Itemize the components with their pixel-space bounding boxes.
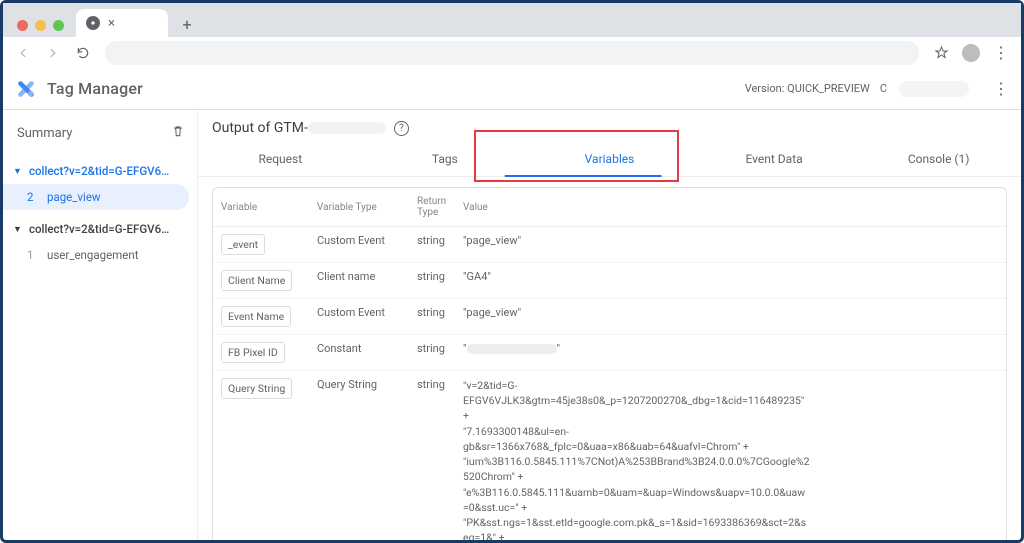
sidebar-request-item[interactable]: ▼ collect?v=2&tid=G-EFGV6… [3, 158, 197, 184]
tab-favicon-icon [86, 16, 100, 30]
sidebar-event-item[interactable]: 1 user_engagement [3, 242, 189, 268]
sidebar-item-label: collect?v=2&tid=G-EFGV6… [29, 164, 187, 178]
help-icon[interactable]: ? [394, 121, 409, 136]
variable-type: Custom Event [309, 227, 409, 263]
caret-down-icon: ▼ [13, 224, 23, 235]
variable-chip[interactable]: FB Pixel ID [221, 342, 285, 363]
sidebar: Summary ▼ collect?v=2&tid=G-EFGV6… 2 pag… [3, 110, 198, 540]
variable-value: "" [455, 335, 1006, 371]
tab-request[interactable]: Request [198, 142, 363, 177]
tab-close-icon[interactable]: × [108, 16, 115, 31]
app-menu-icon[interactable]: ⋮ [993, 79, 1009, 98]
sidebar-item-label: collect?v=2&tid=G-EFGV6… [29, 222, 187, 236]
main-tabs: Request Tags Variables Event Data Consol… [198, 142, 1021, 177]
return-type: string [409, 227, 455, 263]
browser-chrome: × + ⋮ [3, 3, 1021, 68]
event-index: 2 [27, 190, 37, 204]
forward-button[interactable] [41, 41, 65, 65]
event-label: user_engagement [47, 248, 138, 262]
app-body: Summary ▼ collect?v=2&tid=G-EFGV6… 2 pag… [3, 110, 1021, 540]
summary-label: Summary [17, 126, 72, 141]
browser-menu-icon[interactable]: ⋮ [989, 41, 1013, 65]
table-row: Client Name Client namestring"GA4" [213, 263, 1006, 299]
window-minimize[interactable] [35, 20, 46, 31]
variable-type: Custom Event [309, 299, 409, 335]
omnibox[interactable] [105, 41, 919, 65]
variable-chip[interactable]: Client Name [221, 270, 292, 291]
return-type: string [409, 263, 455, 299]
app-header: Tag Manager Version: QUICK_PREVIEW C ⋮ [3, 68, 1021, 110]
bookmark-star-icon[interactable] [929, 41, 953, 65]
app-title: Tag Manager [47, 79, 143, 98]
variable-chip[interactable]: Event Name [221, 306, 291, 327]
table-row: Query StringQuery Stringstring"v=2&tid=G… [213, 371, 1006, 541]
tab-strip: × + [3, 3, 1021, 37]
variables-table: Variable Variable Type Return Type Value… [213, 188, 1006, 540]
tab-tags[interactable]: Tags [363, 142, 528, 177]
variable-chip[interactable]: _event [221, 234, 265, 255]
main-panel: Output of GTM- ? Request Tags Variables … [198, 110, 1021, 540]
th-variable-type: Variable Type [309, 188, 409, 227]
th-value: Value [455, 188, 1006, 227]
tab-event-data[interactable]: Event Data [692, 142, 857, 177]
table-row: FB Pixel ID Constantstring"" [213, 335, 1006, 371]
variable-chip[interactable]: Query String [221, 378, 292, 399]
address-bar: ⋮ [3, 37, 1021, 68]
output-title: Output of GTM- [212, 120, 386, 136]
variable-value: "v=2&tid=G-EFGV6VJLK3&gtm=45je38s0&_p=12… [455, 371, 1006, 541]
sidebar-event-item[interactable]: 2 page_view [3, 184, 189, 210]
th-variable: Variable [213, 188, 309, 227]
variable-type: Query String [309, 371, 409, 541]
variable-value: "GA4" [455, 263, 1006, 299]
sidebar-request-item[interactable]: ▼ collect?v=2&tid=G-EFGV6… [3, 216, 197, 242]
window-close[interactable] [17, 20, 28, 31]
tab-console[interactable]: Console (1) [856, 142, 1021, 177]
content-scroll[interactable]: Variable Variable Type Return Type Value… [198, 177, 1021, 540]
tab-variables[interactable]: Variables [527, 142, 692, 177]
account-prefix: C [880, 82, 887, 95]
back-button[interactable] [11, 41, 35, 65]
tag-manager-logo-icon [15, 78, 37, 100]
sidebar-summary[interactable]: Summary [3, 114, 197, 152]
reload-button[interactable] [71, 41, 95, 65]
sidebar-group: ▼ collect?v=2&tid=G-EFGV6… 1 user_engage… [3, 216, 197, 268]
return-type: string [409, 335, 455, 371]
output-header: Output of GTM- ? [198, 110, 1021, 136]
window-controls [11, 10, 70, 37]
window-maximize[interactable] [53, 20, 64, 31]
variable-type: Constant [309, 335, 409, 371]
variable-value: "page_view" [455, 299, 1006, 335]
profile-avatar-icon[interactable] [959, 41, 983, 65]
return-type: string [409, 371, 455, 541]
variables-table-card: Variable Variable Type Return Type Value… [212, 187, 1007, 540]
browser-tab[interactable]: × [76, 9, 168, 37]
variable-type: Client name [309, 263, 409, 299]
sidebar-group: ▼ collect?v=2&tid=G-EFGV6… 2 page_view [3, 158, 197, 210]
th-return-type: Return Type [409, 188, 455, 227]
trash-icon[interactable] [171, 124, 185, 142]
event-index: 1 [27, 248, 37, 262]
new-tab-button[interactable]: + [174, 11, 200, 37]
table-row: _event Custom Eventstring"page_view" [213, 227, 1006, 263]
account-chip[interactable] [899, 81, 969, 97]
version-label: Version: QUICK_PREVIEW [745, 82, 870, 95]
event-label: page_view [47, 190, 101, 204]
variable-value: "page_view" [455, 227, 1006, 263]
return-type: string [409, 299, 455, 335]
caret-down-icon: ▼ [13, 166, 23, 177]
table-row: Event Name Custom Eventstring"page_view" [213, 299, 1006, 335]
